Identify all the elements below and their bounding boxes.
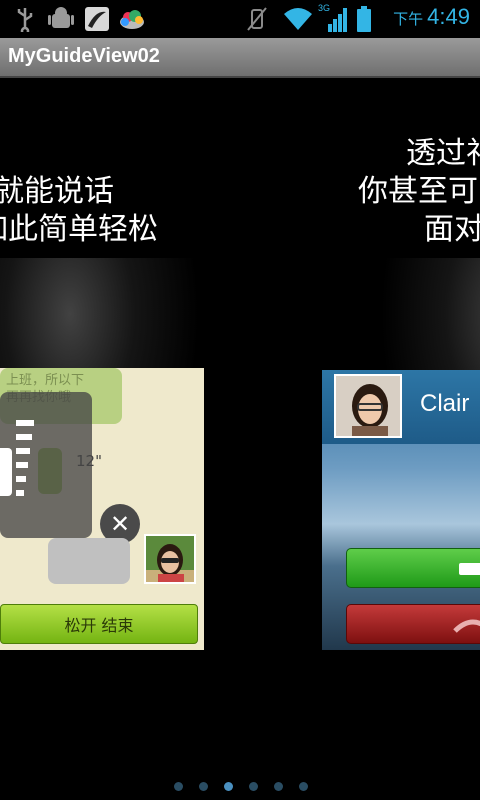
page-dot[interactable] (274, 782, 283, 791)
caller-name: Clair (420, 390, 470, 417)
decline-button (346, 604, 480, 644)
volume-bar (16, 462, 28, 468)
wifi-icon (284, 8, 312, 30)
left-caption-line1: 就能说话 (0, 174, 114, 209)
title-bar: MyGuideView02 (0, 38, 480, 78)
release-end-button: 松开 结束 (0, 604, 198, 644)
caller-info-bar: Clair (322, 370, 480, 444)
usb-icon (17, 8, 33, 32)
volume-bar (16, 490, 24, 496)
page-dot[interactable] (224, 782, 233, 791)
volume-bar (16, 448, 30, 454)
status-bar: 3G 下午 4:49 (0, 0, 480, 38)
battery-icon (357, 6, 371, 32)
phone-hangup-icon (453, 619, 480, 633)
page-dot[interactable] (299, 782, 308, 791)
clock: 下午 4:49 (393, 4, 470, 30)
right-caption-line1: 透过礼 (406, 136, 480, 171)
notification-app-icon (85, 7, 109, 31)
avatar (144, 534, 196, 584)
volume-bar (16, 434, 32, 440)
chat-bubble-gray (48, 538, 130, 584)
caller-avatar (334, 374, 402, 438)
answer-icon (459, 563, 480, 575)
phone-screen-incoming-call: Clair (322, 370, 480, 650)
page-dot[interactable] (199, 782, 208, 791)
android-debug-icon (48, 7, 74, 28)
cloud-icon (120, 10, 144, 29)
phone-screen-voice-chat: 上班，所以下 再再找你哦 12" ✕ (0, 368, 204, 650)
guide-pager[interactable]: 就能说话 如此简单轻松 上班，所以下 再再找你哦 12" ✕ (0, 78, 480, 800)
page-indicator (0, 782, 480, 794)
recording-duration: 12" (76, 452, 102, 470)
answer-button (346, 548, 480, 588)
microphone-icon (0, 448, 12, 496)
volume-bar (16, 476, 26, 482)
right-caption-line3: 面对 (424, 212, 480, 247)
clock-time: 4:49 (427, 4, 470, 29)
clock-ampm: 下午 (393, 11, 424, 28)
right-caption-line2: 你甚至可 (358, 174, 478, 209)
left-caption-line2: 如此简单轻松 (0, 212, 158, 247)
app-title: MyGuideView02 (8, 45, 160, 67)
vibrate-icon (247, 7, 267, 31)
signal-3g-label: 3G (318, 3, 331, 13)
page-dot[interactable] (249, 782, 258, 791)
release-end-label: 松开 结束 (64, 616, 134, 635)
volume-bar (16, 420, 34, 426)
page-dot[interactable] (174, 782, 183, 791)
